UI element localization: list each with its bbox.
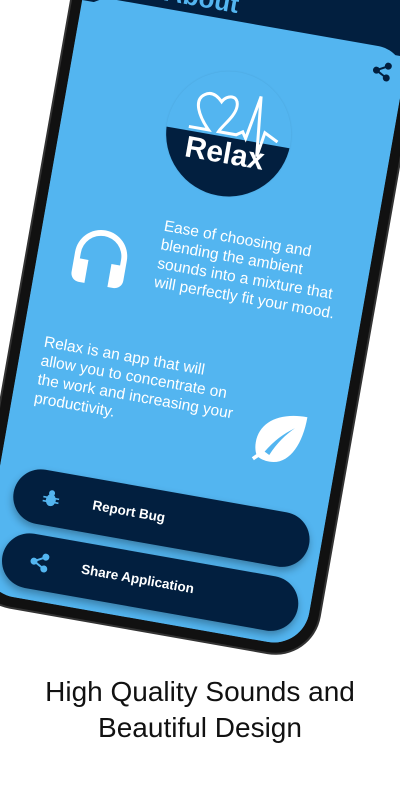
feature-text: Ease of choosing and blending the ambien… — [152, 217, 336, 323]
button-label: Report Bug — [91, 497, 167, 526]
phone-frame: < About Relax Ease of choosing and blend… — [0, 0, 400, 660]
feature-row: Ease of choosing and blending the ambien… — [29, 196, 373, 362]
headphones-icon — [71, 229, 128, 289]
leaf-icon — [251, 416, 308, 462]
content: Relax Ease of choosing and blending the … — [0, 0, 400, 649]
button-label: Share Application — [80, 561, 196, 597]
bug-icon — [42, 490, 60, 507]
relax-logo: Relax — [156, 61, 302, 207]
promo-caption: High Quality Sounds and Beautiful Design — [45, 676, 355, 743]
share-icon[interactable] — [371, 60, 394, 83]
app-screen: < About Relax Ease of choosing and blend… — [0, 0, 400, 649]
share-icon — [30, 553, 50, 573]
feature-text: Relax is an app that will allow you to c… — [32, 333, 235, 423]
